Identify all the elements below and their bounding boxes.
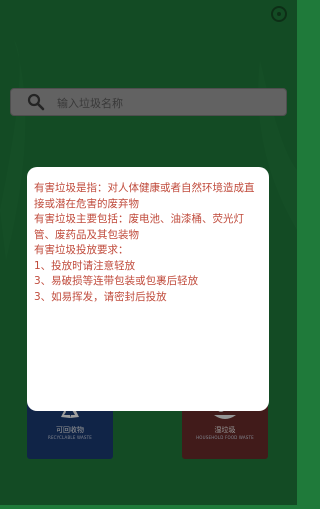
dialog-line: 3、如易挥发，请密封后投放 — [34, 290, 167, 303]
dialog-line: 有害垃圾投放要求： — [34, 244, 129, 256]
dialog-line: 有害垃圾主要包括：废电池、油漆桶、荧光灯管、废药品及其包装物 — [34, 213, 244, 241]
dialog-line: 有害垃圾是指：对人体健康或者自然环境造成直接或潜在危害的废弃物 — [34, 182, 255, 210]
dialog-line: 3、易破损等连带包装或包裹后轻放 — [34, 275, 199, 287]
dialog-line: 1、投放时请注意轻放 — [34, 259, 136, 272]
info-dialog: 有害垃圾是指：对人体健康或者自然环境造成直接或潜在危害的废弃物 有害垃圾主要包括… — [27, 167, 269, 411]
dialog-text: 有害垃圾是指：对人体健康或者自然环境造成直接或潜在危害的废弃物 有害垃圾主要包括… — [34, 181, 264, 305]
